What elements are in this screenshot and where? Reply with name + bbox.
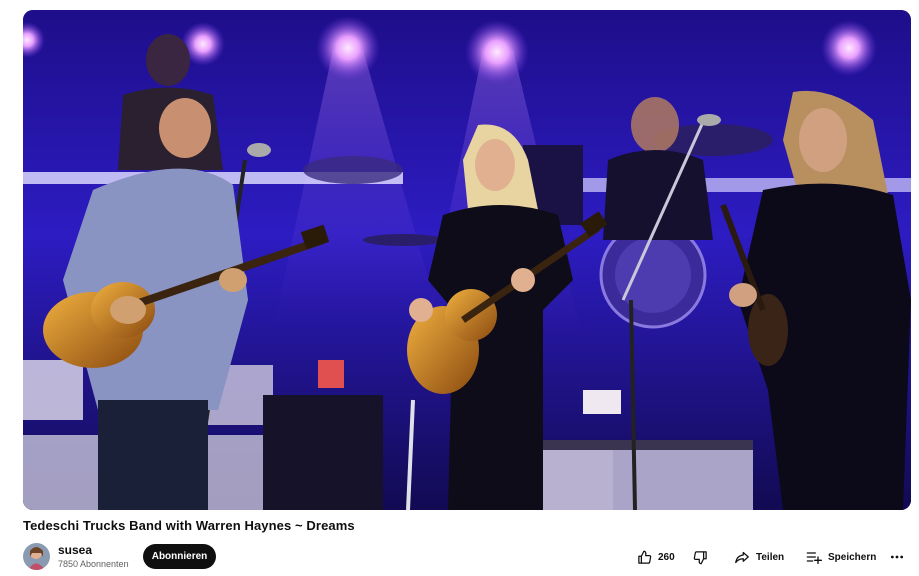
subscriber-count: 7850 Abonnenten — [58, 559, 129, 569]
share-arrow-icon — [734, 550, 750, 565]
channel-name[interactable]: susea — [58, 543, 92, 557]
subscribe-button[interactable]: Abonnieren — [143, 544, 216, 569]
like-count: 260 — [658, 551, 675, 563]
thumbs-down-icon — [693, 550, 708, 565]
share-label: Teilen — [756, 551, 785, 563]
more-actions-button[interactable] — [890, 546, 904, 568]
youtube-watch-page: Tedeschi Trucks Band with Warren Haynes … — [0, 0, 919, 576]
save-button[interactable]: Speichern — [806, 546, 876, 568]
avatar-image — [23, 543, 50, 570]
dislike-button[interactable] — [693, 546, 708, 568]
video-player[interactable] — [23, 10, 911, 510]
video-title: Tedeschi Trucks Band with Warren Haynes … — [23, 518, 355, 533]
thumbs-up-icon — [637, 550, 652, 565]
playlist-add-icon — [806, 550, 822, 564]
channel-avatar[interactable] — [23, 543, 50, 570]
more-dots-icon — [890, 550, 904, 564]
like-button[interactable]: 260 — [637, 546, 675, 568]
concert-video-frame — [23, 10, 911, 510]
save-label: Speichern — [828, 551, 877, 563]
share-button[interactable]: Teilen — [734, 546, 784, 568]
